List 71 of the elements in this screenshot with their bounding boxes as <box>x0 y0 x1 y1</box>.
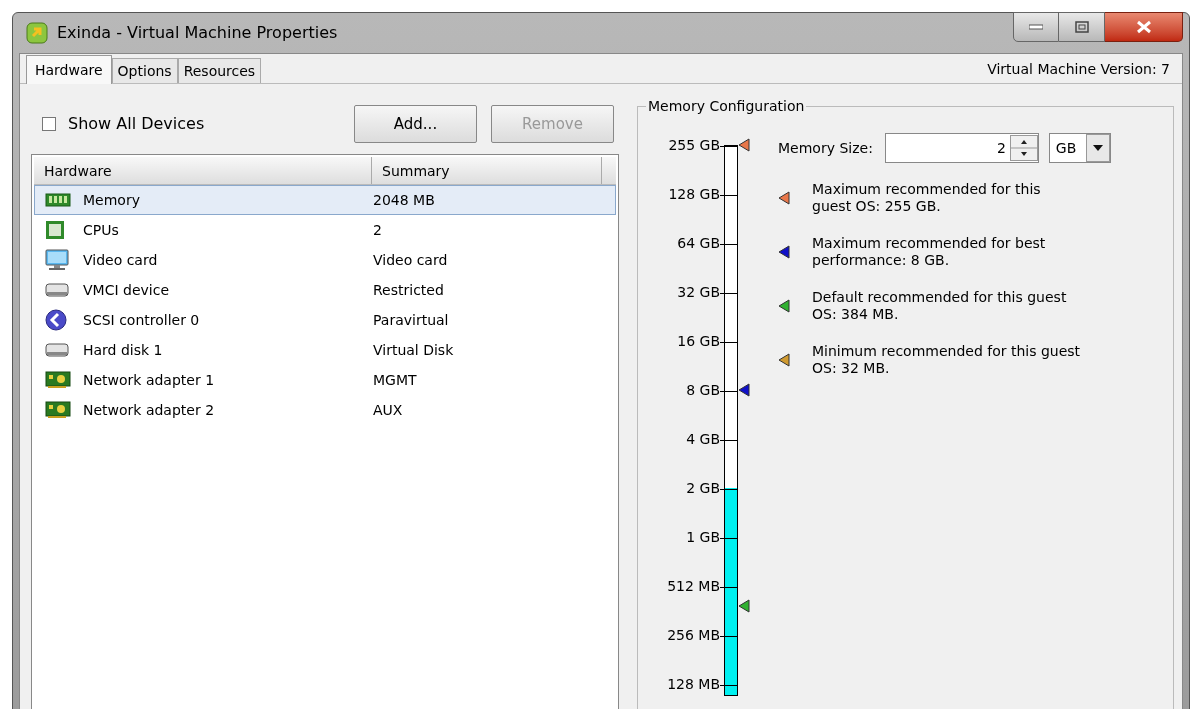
checkbox-label: Show All Devices <box>68 113 205 135</box>
hardware-name: CPUs <box>83 220 120 240</box>
table-row[interactable]: Hard disk 1 Virtual Disk <box>34 335 616 365</box>
unit-value: GB <box>1055 138 1077 158</box>
spinner-arrows-icon <box>1009 135 1038 161</box>
scale-label: 32 GB <box>677 286 720 302</box>
scale-label: 2 GB <box>686 482 720 498</box>
scale-label: 255 GB <box>668 139 720 155</box>
table-row[interactable]: Video card Video card <box>34 245 616 275</box>
hardware-summary: Video card <box>373 250 448 270</box>
scale-label: 16 GB <box>677 335 720 351</box>
hardware-name: SCSI controller 0 <box>83 310 201 330</box>
hardware-name: Video card <box>83 250 159 270</box>
hardware-name: Memory <box>83 190 141 210</box>
hardware-summary: 2048 MB <box>373 190 435 210</box>
network-card-icon <box>45 401 71 419</box>
hardware-name: VMCI device <box>83 280 170 300</box>
maximize-icon <box>1074 21 1089 33</box>
legend-text: Maximum recommended for this guest OS: 255 GB. <box>812 181 1042 215</box>
drive-icon <box>45 283 69 297</box>
tab[interactable]: Hardware <box>26 55 112 84</box>
hardware-summary: Virtual Disk <box>373 340 454 360</box>
table-row[interactable]: CPUs 2 <box>34 215 616 245</box>
checkbox[interactable] <box>42 117 56 131</box>
scale-label: 512 MB <box>667 580 720 596</box>
hardware-summary: Restricted <box>373 280 444 300</box>
hardware-summary: MGMT <box>373 370 417 390</box>
table-row[interactable]: Network adapter 1 MGMT <box>34 365 616 395</box>
scale-label: 256 MB <box>667 629 720 645</box>
memory-size-spinner[interactable]: 2 <box>884 133 1039 163</box>
memory-module-icon <box>45 192 71 208</box>
scale-label: 128 MB <box>667 678 720 694</box>
table-row[interactable]: VMCI device Restricted <box>34 275 616 305</box>
legend-text: Minimum recommended for this guest OS: 32 MB. <box>812 343 1082 377</box>
memory-size-label: Memory Size: <box>778 138 873 158</box>
hardware-name: Network adapter 2 <box>83 400 216 420</box>
network-card-icon <box>45 371 71 389</box>
version-label: Virtual Machine Version: 7 <box>987 60 1170 79</box>
table-row[interactable]: SCSI controller 0 Paravirtual <box>34 305 616 335</box>
drive-icon <box>45 343 69 357</box>
tab[interactable]: Resources <box>177 58 262 83</box>
app-logo-icon <box>25 21 49 45</box>
legend-text: Maximum recommended for best performance: 8 GB. <box>812 235 1047 269</box>
hardware-summary: Paravirtual <box>373 310 449 330</box>
scale-label: 8 GB <box>686 384 720 400</box>
close-button[interactable] <box>1105 12 1183 42</box>
legend-text: Default recommended for this guest OS: 384 MB. <box>812 289 1068 323</box>
minimize-icon <box>1029 24 1043 30</box>
column-header[interactable]: Summary <box>372 157 602 184</box>
hardware-summary: AUX <box>373 400 403 420</box>
scale-label: 64 GB <box>677 237 720 253</box>
tab[interactable]: Options <box>111 58 178 83</box>
hardware-name: Network adapter 1 <box>83 370 216 390</box>
minimize-button[interactable] <box>1013 12 1059 42</box>
hardware-name: Hard disk 1 <box>83 340 164 360</box>
maximize-button[interactable] <box>1059 12 1105 42</box>
table-row[interactable]: Network adapter 2 AUX <box>34 395 616 425</box>
close-icon <box>1135 20 1152 34</box>
unit-dropdown[interactable]: GB <box>1048 133 1111 163</box>
table-row[interactable]: Memory 2048 MB <box>34 185 616 215</box>
scale-label: 1 GB <box>686 531 720 547</box>
hardware-summary: 2 <box>373 220 382 240</box>
scale-label: 128 GB <box>668 188 720 204</box>
scale-label: 4 GB <box>686 433 720 449</box>
monitor-icon <box>45 249 69 271</box>
chip-icon <box>45 220 65 240</box>
memory-size-value: 2 <box>996 138 1006 158</box>
column-header[interactable]: Hardware <box>34 157 372 184</box>
arrow-circle-icon <box>45 309 67 331</box>
action-button[interactable]: Add... <box>354 105 477 143</box>
window-title: Exinda - Virtual Machine Properties <box>57 22 338 44</box>
